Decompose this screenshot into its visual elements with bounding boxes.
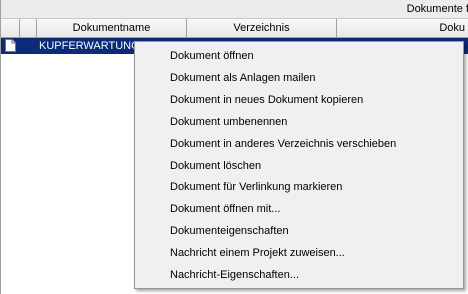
group-header-title: Dokumente f (406, 3, 468, 15)
column-header-bar: Dokumentname Verzeichnis Doku (1, 19, 468, 38)
menu-item-open-with[interactable]: Dokument öffnen mit... (170, 199, 280, 219)
menu-item-mail-as-attachment[interactable]: Dokument als Anlagen mailen (170, 68, 316, 88)
menu-item-assign-project[interactable]: Nachricht einem Projekt zuweisen... (170, 243, 345, 263)
document-icon (5, 39, 16, 52)
column-header-icon[interactable] (1, 19, 20, 37)
menu-item-move[interactable]: Dokument in anderes Verzeichnis verschie… (170, 134, 396, 154)
menu-item-delete[interactable]: Dokument löschen (170, 156, 261, 176)
column-header-doku[interactable]: Doku (337, 19, 468, 37)
group-header: Dokumente f (1, 0, 468, 19)
column-header-dokumentname[interactable]: Dokumentname (37, 19, 187, 37)
context-menu: Dokument öffnen Dokument als Anlagen mail… (134, 41, 464, 289)
menu-item-properties[interactable]: Dokumenteigenschaften (170, 221, 289, 241)
menu-item-rename[interactable]: Dokument umbenennen (170, 112, 287, 132)
menu-item-copy-to-new[interactable]: Dokument in neues Dokument kopieren (170, 90, 363, 110)
row-document-name: KUPFERWARTUNG (39, 40, 140, 52)
column-header-verzeichnis[interactable]: Verzeichnis (187, 19, 337, 37)
document-list-window: Dokumente f Dokumentname Verzeichnis Dok… (0, 0, 468, 294)
menu-item-message-properties[interactable]: Nachricht-Eigenschaften... (170, 265, 299, 285)
menu-item-open[interactable]: Dokument öffnen (170, 46, 254, 66)
menu-item-mark-for-link[interactable]: Dokument für Verlinkung markieren (170, 177, 342, 197)
column-header-flag[interactable] (20, 19, 37, 37)
